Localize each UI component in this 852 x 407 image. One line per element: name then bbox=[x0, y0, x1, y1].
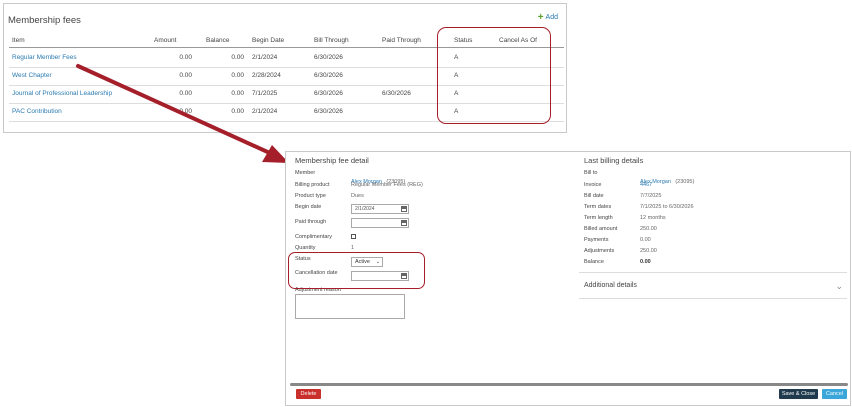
horizontal-scrollbar[interactable] bbox=[290, 383, 848, 386]
balance-label: Balance bbox=[584, 259, 604, 265]
delete-button[interactable]: Delete bbox=[296, 389, 321, 399]
billed-amount-label: Billed amount bbox=[584, 226, 618, 232]
bill-to-id: (23095) bbox=[675, 179, 695, 185]
invoice-link[interactable]: 4467 bbox=[640, 182, 652, 188]
billed-amount-value: 250.00 bbox=[640, 226, 657, 232]
status-fields-highlight bbox=[288, 252, 425, 289]
bill-date-label: Bill date bbox=[584, 193, 604, 199]
bill-to-label: Bill to bbox=[584, 170, 598, 176]
paid-through-label: Paid through bbox=[295, 219, 327, 225]
adjustments-label: Adjustments bbox=[584, 248, 615, 254]
term-length-label: Term length bbox=[584, 215, 613, 221]
begin-date-value: 2/1/2024 bbox=[355, 206, 375, 212]
member-label: Member bbox=[295, 170, 316, 176]
term-dates-value: 7/1/2025 to 6/30/2026 bbox=[640, 204, 694, 210]
complimentary-label: Complimentary bbox=[295, 234, 332, 240]
cancel-button[interactable]: Cancel bbox=[822, 389, 847, 399]
product-type-value: Dues bbox=[351, 193, 364, 199]
quantity-value: 1 bbox=[351, 245, 355, 251]
billing-product-label: Billing product bbox=[295, 182, 330, 188]
last-billing-title: Last billing details bbox=[584, 156, 644, 165]
save-close-button[interactable]: Save & Close bbox=[779, 389, 818, 399]
payments-label: Payments bbox=[584, 237, 609, 243]
additional-details-toggle[interactable]: Additional details ⌄ bbox=[579, 275, 847, 299]
term-dates-label: Term dates bbox=[584, 204, 612, 210]
invoice-label: Invoice bbox=[584, 182, 602, 188]
term-length-value: 12 months bbox=[640, 215, 666, 221]
billing-product-value: Regular Member Fees (REG) bbox=[351, 182, 423, 188]
begin-date-input[interactable]: 2/1/2024 bbox=[351, 204, 409, 214]
calendar-icon[interactable] bbox=[401, 206, 407, 212]
begin-date-label: Begin date bbox=[295, 204, 322, 210]
quantity-label: Quantity bbox=[295, 245, 316, 251]
chevron-down-icon: ⌄ bbox=[835, 281, 843, 291]
paid-through-input[interactable] bbox=[351, 218, 409, 228]
bill-date-value: 7/7/2025 bbox=[640, 193, 662, 199]
section-divider bbox=[579, 272, 847, 273]
detail-title: Membership fee detail bbox=[295, 156, 369, 165]
product-type-label: Product type bbox=[295, 193, 326, 199]
complimentary-checkbox[interactable] bbox=[351, 234, 356, 239]
calendar-icon[interactable] bbox=[401, 220, 407, 226]
payments-value: 0.00 bbox=[640, 237, 651, 243]
adjustments-value: 250.00 bbox=[640, 248, 657, 254]
adjustment-reason-textarea[interactable] bbox=[295, 294, 405, 319]
balance-value: 0.00 bbox=[640, 259, 651, 265]
additional-details-title: Additional details bbox=[584, 282, 637, 289]
